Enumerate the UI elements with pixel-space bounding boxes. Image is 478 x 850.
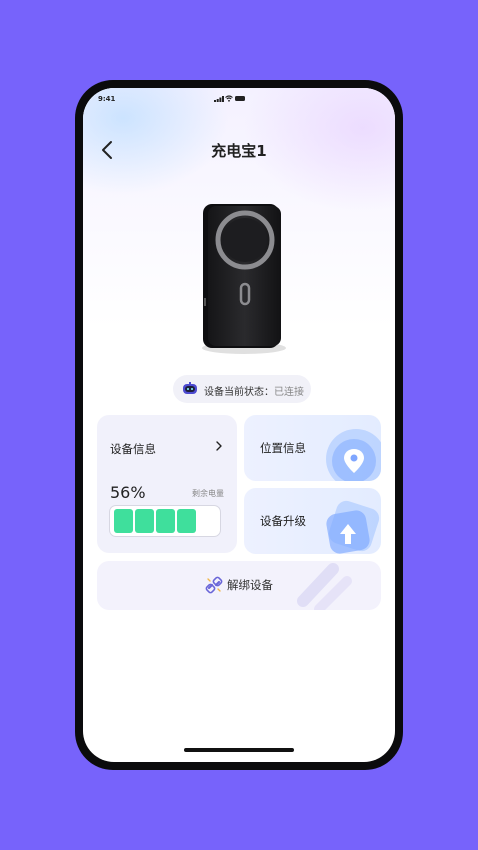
battery-cell xyxy=(135,509,154,533)
location-pin-icon xyxy=(326,429,381,481)
location-info-card[interactable]: 位置信息 xyxy=(244,415,381,481)
unbind-device-button[interactable]: 解绑设备 xyxy=(97,561,381,610)
home-indicator[interactable] xyxy=(184,748,294,752)
chevron-right-icon[interactable] xyxy=(215,440,223,452)
device-status-label: 设备当前状态： xyxy=(204,387,274,398)
location-info-title: 位置信息 xyxy=(260,441,306,455)
battery-cell xyxy=(156,509,175,533)
signal-icon xyxy=(214,96,224,102)
status-bar: 9:41 xyxy=(83,88,395,110)
phone-frame: 9:41 充电宝1 设备当前状态：已连接 设备信息 56% 剩余电量 位置信息 … xyxy=(75,80,403,770)
robot-icon xyxy=(183,382,197,394)
device-status-pill: 设备当前状态：已连接 xyxy=(173,375,311,403)
device-upgrade-title: 设备升级 xyxy=(260,514,306,528)
device-status-text: 设备当前状态：已连接 xyxy=(204,383,304,398)
unlink-icon xyxy=(205,576,223,594)
unbind-row: 解绑设备 xyxy=(97,576,381,594)
device-upgrade-card[interactable]: 设备升级 xyxy=(244,488,381,554)
power-bank-image xyxy=(202,204,286,354)
battery-status-icon xyxy=(235,96,245,101)
app-screen: 9:41 充电宝1 设备当前状态：已连接 设备信息 56% 剩余电量 位置信息 … xyxy=(83,88,395,762)
battery-percent: 56% xyxy=(110,483,146,502)
battery-cell xyxy=(114,509,133,533)
page-title: 充电宝1 xyxy=(211,142,267,160)
battery-level-cells xyxy=(114,509,218,533)
device-info-card[interactable]: 设备信息 56% 剩余电量 xyxy=(97,415,237,553)
device-info-title: 设备信息 xyxy=(110,442,156,456)
battery-cell xyxy=(198,509,217,533)
status-time: 9:41 xyxy=(98,95,116,103)
remaining-battery-label: 剩余电量 xyxy=(192,489,224,498)
upload-arrow-icon xyxy=(326,500,380,554)
device-status-value: 已连接 xyxy=(274,387,304,398)
battery-gauge xyxy=(109,505,221,537)
battery-cell xyxy=(177,509,196,533)
unbind-label: 解绑设备 xyxy=(227,578,273,592)
wifi-icon xyxy=(225,95,233,102)
